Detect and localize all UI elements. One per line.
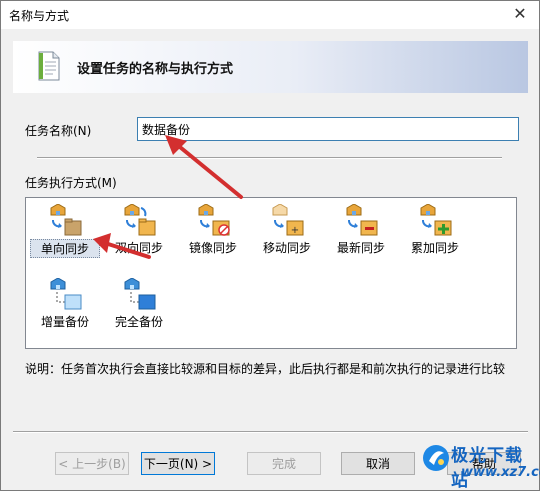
separator-bottom bbox=[13, 431, 528, 433]
watermark: 极光下载站 www.xz7.com bbox=[421, 441, 540, 491]
header-title: 设置任务的名称与执行方式 bbox=[77, 62, 234, 77]
incremental-backup-icon bbox=[50, 278, 82, 310]
finish-button[interactable]: 完成 bbox=[247, 452, 321, 475]
header-banner: 设置任务的名称与执行方式 bbox=[13, 41, 528, 93]
window-title: 名称与方式 bbox=[9, 9, 70, 23]
mode-cumulative-sync[interactable]: 累加同步 bbox=[400, 204, 470, 264]
cancel-button[interactable]: 取消 bbox=[341, 452, 415, 475]
svg-text:+: + bbox=[291, 225, 299, 236]
mode-mirror-sync[interactable]: 镜像同步 bbox=[178, 204, 248, 264]
mode-two-way-sync[interactable]: 双向同步 bbox=[104, 204, 174, 264]
watermark-url: www.xz7.com bbox=[461, 465, 540, 480]
description-text: 说明：任务首次执行会直接比较源和目标的差异，此后执行都是和前次执行的记录进行比较 bbox=[25, 362, 506, 376]
two-way-sync-icon bbox=[124, 204, 156, 236]
title-bar: 名称与方式 ✕ bbox=[1, 1, 539, 29]
execution-mode-label: 任务执行方式(M) bbox=[25, 176, 117, 190]
watermark-logo-icon bbox=[423, 445, 449, 471]
one-way-sync-icon bbox=[50, 204, 82, 236]
mirror-sync-icon bbox=[198, 204, 230, 236]
mode-full-backup[interactable]: 完全备份 bbox=[104, 278, 174, 338]
next-button[interactable]: 下一页(N) > bbox=[141, 452, 215, 475]
move-sync-icon: + bbox=[272, 204, 304, 236]
mode-latest-sync[interactable]: 最新同步 bbox=[326, 204, 396, 264]
mode-label: 累加同步 bbox=[410, 241, 459, 255]
mode-label: 完全备份 bbox=[114, 315, 163, 329]
mode-label: 双向同步 bbox=[114, 241, 163, 255]
mode-move-sync[interactable]: + 移动同步 bbox=[252, 204, 322, 264]
task-name-input[interactable] bbox=[137, 117, 519, 141]
mode-label: 移动同步 bbox=[262, 241, 311, 255]
prev-button[interactable]: < 上一步(B) bbox=[55, 452, 129, 475]
close-button[interactable]: ✕ bbox=[507, 3, 533, 25]
mode-label: 最新同步 bbox=[336, 241, 385, 255]
annotation-arrow-name bbox=[165, 135, 243, 199]
execution-mode-list: 单向同步 双向同步 镜像同步 + 移动同步 最新同步 累加同步 增量备份 完全备… bbox=[25, 197, 517, 349]
full-backup-icon bbox=[124, 278, 156, 310]
mode-label: 镜像同步 bbox=[188, 241, 237, 255]
dialog-window: 名称与方式 ✕ 设置任务的名称与执行方式 任务名称(N) 任务执行方式(M) bbox=[0, 0, 540, 491]
cumulative-sync-icon bbox=[420, 204, 452, 236]
task-name-label: 任务名称(N) bbox=[25, 124, 92, 138]
mode-label: 增量备份 bbox=[40, 315, 89, 329]
latest-sync-icon bbox=[346, 204, 378, 236]
mode-label: 单向同步 bbox=[30, 239, 100, 258]
separator-top bbox=[37, 157, 502, 159]
mode-incremental-backup[interactable]: 增量备份 bbox=[30, 278, 100, 338]
document-icon bbox=[38, 51, 60, 81]
mode-one-way-sync[interactable]: 单向同步 bbox=[30, 204, 100, 264]
